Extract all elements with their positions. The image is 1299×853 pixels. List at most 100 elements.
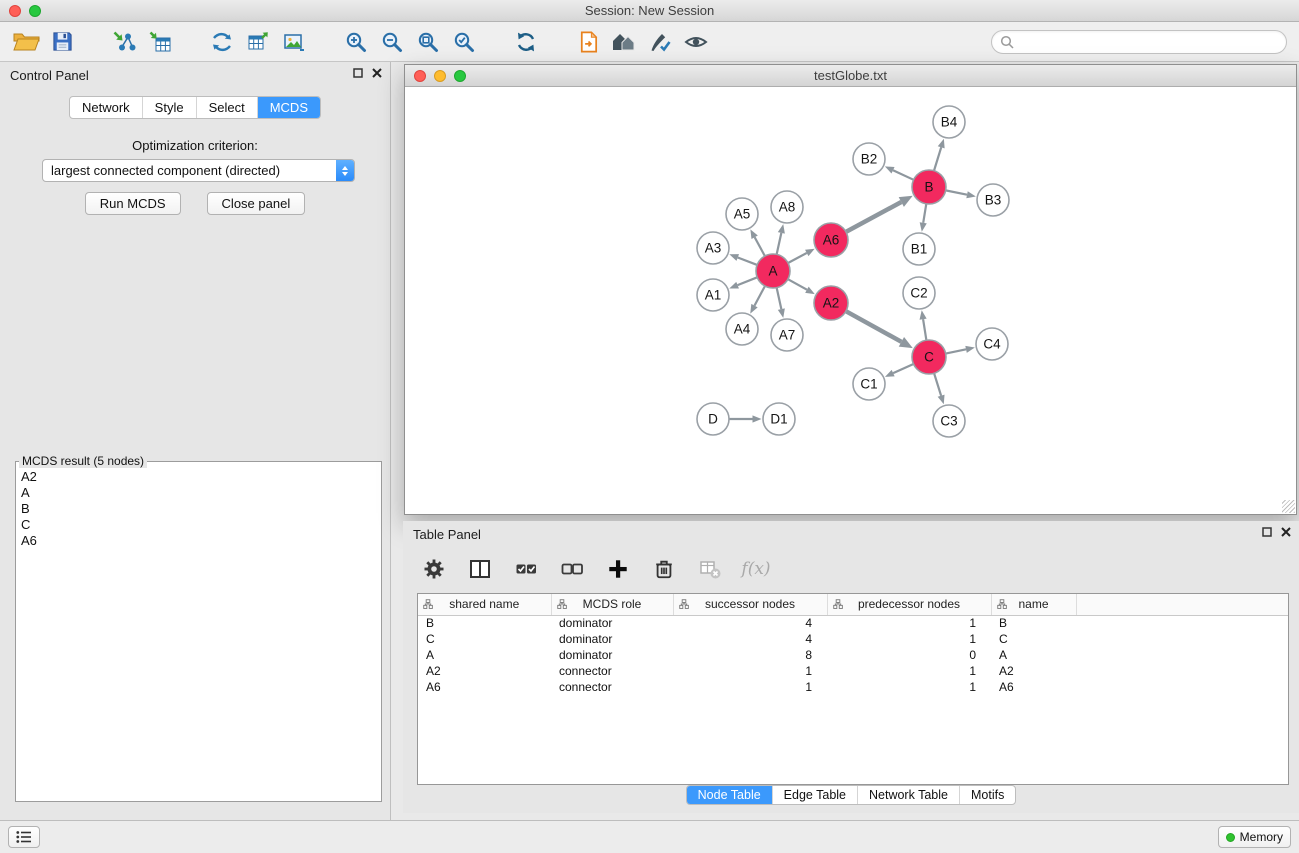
float-table-panel-icon[interactable] <box>1262 527 1272 537</box>
graph-node-C3[interactable]: C3 <box>933 405 965 437</box>
graph-edge-A6-B[interactable] <box>846 196 913 232</box>
table-row[interactable]: A6connector11A6 <box>418 679 1288 695</box>
table-cell[interactable]: 1 <box>673 679 827 695</box>
control-tab-style[interactable]: Style <box>143 97 197 118</box>
table-cell[interactable]: A <box>991 647 1076 663</box>
graph-node-A2[interactable]: A2 <box>814 286 848 320</box>
table-cell[interactable]: 8 <box>673 647 827 663</box>
zoom-out-button[interactable] <box>374 26 410 58</box>
graph-edge-B-B4[interactable] <box>934 139 945 171</box>
float-panel-icon[interactable] <box>353 68 363 78</box>
table-cell[interactable]: 1 <box>673 663 827 679</box>
mcds-result-item[interactable]: C <box>21 517 379 533</box>
graph-edge-C-C4[interactable] <box>946 346 975 354</box>
column-header-successor-nodes[interactable]: successor nodes <box>673 594 827 615</box>
table-cell[interactable]: A2 <box>991 663 1076 679</box>
network-file-button[interactable] <box>570 26 606 58</box>
graph-edge-B-B2[interactable] <box>885 166 914 179</box>
close-window-button[interactable] <box>9 5 21 17</box>
delete-column-button[interactable] <box>649 554 679 584</box>
graph-node-A3[interactable]: A3 <box>697 232 729 264</box>
column-header-shared-name[interactable]: shared name <box>418 594 551 615</box>
table-tab-network-table[interactable]: Network Table <box>858 786 960 804</box>
table-cell[interactable]: 4 <box>673 631 827 647</box>
graph-edge-A-A6[interactable] <box>788 249 815 263</box>
memory-button[interactable]: Memory <box>1218 826 1291 848</box>
table-row[interactable]: Adominator80A <box>418 647 1288 663</box>
select-all-button[interactable] <box>511 554 541 584</box>
graph-node-D1[interactable]: D1 <box>763 403 795 435</box>
control-tab-network[interactable]: Network <box>70 97 143 118</box>
graph-node-D[interactable]: D <box>697 403 729 435</box>
graph-node-A5[interactable]: A5 <box>726 198 758 230</box>
graph-node-A6[interactable]: A6 <box>814 223 848 257</box>
table-tab-motifs[interactable]: Motifs <box>960 786 1015 804</box>
graph-edge-C-C1[interactable] <box>885 364 914 377</box>
table-cell[interactable]: 1 <box>827 679 991 695</box>
graph-edge-B-B3[interactable] <box>946 190 976 198</box>
table-cell[interactable]: dominator <box>551 647 673 663</box>
delete-table-button[interactable] <box>695 554 725 584</box>
close-table-panel-icon[interactable] <box>1281 527 1291 537</box>
table-cell[interactable]: A6 <box>991 679 1076 695</box>
graph-edge-A-A3[interactable] <box>729 254 757 265</box>
close-panel-button[interactable]: Close panel <box>207 192 306 215</box>
graph-edge-B-B1[interactable] <box>920 204 927 232</box>
network-window-titlebar[interactable]: testGlobe.txt <box>405 65 1296 87</box>
apply-layout-button[interactable] <box>204 26 240 58</box>
apply-style-button[interactable] <box>642 26 678 58</box>
import-network-button[interactable] <box>106 26 142 58</box>
mcds-result-item[interactable]: B <box>21 501 379 517</box>
graph-node-B3[interactable]: B3 <box>977 184 1009 216</box>
search-input[interactable] <box>1019 35 1278 49</box>
network-zoom-button[interactable] <box>454 70 466 82</box>
zoom-window-button[interactable] <box>29 5 41 17</box>
network-minimize-button[interactable] <box>434 70 446 82</box>
graph-edge-C-C3[interactable] <box>934 373 944 404</box>
graph-node-C2[interactable]: C2 <box>903 277 935 309</box>
show-details-button[interactable] <box>678 26 714 58</box>
graph-edge-A-A5[interactable] <box>750 229 765 256</box>
import-table-button[interactable] <box>142 26 178 58</box>
add-column-button[interactable] <box>603 554 633 584</box>
graph-edge-A-A8[interactable] <box>777 224 785 254</box>
mcds-result-item[interactable]: A2 <box>21 469 379 485</box>
graph-edge-A-A7[interactable] <box>777 288 785 318</box>
export-table-button[interactable] <box>240 26 276 58</box>
open-session-button[interactable] <box>8 26 44 58</box>
zoom-fit-button[interactable] <box>410 26 446 58</box>
graph-node-C[interactable]: C <box>912 340 946 374</box>
control-tab-mcds[interactable]: MCDS <box>258 97 320 118</box>
table-row[interactable]: Cdominator41C <box>418 631 1288 647</box>
search-box[interactable] <box>991 30 1287 54</box>
column-header-predecessor-nodes[interactable]: predecessor nodes <box>827 594 991 615</box>
graph-node-A7[interactable]: A7 <box>771 319 803 351</box>
graph-node-B4[interactable]: B4 <box>933 106 965 138</box>
graph-edge-A-A2[interactable] <box>788 279 815 294</box>
table-cell[interactable]: dominator <box>551 631 673 647</box>
export-image-button[interactable] <box>276 26 312 58</box>
table-cell[interactable]: B <box>418 615 551 631</box>
column-header-name[interactable]: name <box>991 594 1076 615</box>
graph-edge-D-D1[interactable] <box>729 415 762 422</box>
refresh-view-button[interactable] <box>508 26 544 58</box>
control-tab-select[interactable]: Select <box>197 97 258 118</box>
network-canvas[interactable]: B4B2BB3A5A8A6A3B1AC2A1A2A4A7C4CC1C3DD1 <box>405 87 1296 514</box>
graph-edge-A-A1[interactable] <box>729 277 757 288</box>
graph-node-A8[interactable]: A8 <box>771 191 803 223</box>
optimization-criterion-select[interactable]: largest connected component (directed) <box>42 159 355 182</box>
graph-node-A4[interactable]: A4 <box>726 313 758 345</box>
table-cell[interactable]: 1 <box>827 615 991 631</box>
table-cell[interactable]: 1 <box>827 631 991 647</box>
table-cell[interactable]: A <box>418 647 551 663</box>
table-cell[interactable]: 4 <box>673 615 827 631</box>
resize-handle[interactable] <box>1282 500 1295 513</box>
function-builder-button[interactable]: f(x) <box>741 554 771 584</box>
mcds-result-item[interactable]: A <box>21 485 379 501</box>
graph-node-B[interactable]: B <box>912 170 946 204</box>
graph-edge-A2-C[interactable] <box>846 311 913 348</box>
run-mcds-button[interactable]: Run MCDS <box>85 192 181 215</box>
table-cell[interactable]: C <box>418 631 551 647</box>
save-session-button[interactable] <box>44 26 80 58</box>
close-panel-icon[interactable] <box>372 68 382 78</box>
